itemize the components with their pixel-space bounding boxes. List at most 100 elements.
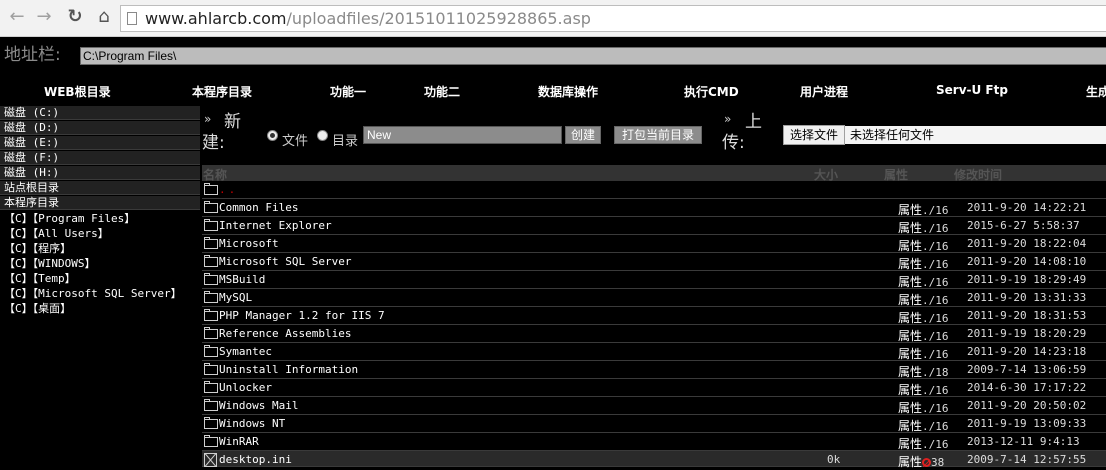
folder-icon [204,219,218,231]
shortcut-program-files[interactable]: 【C】【Program Files】 [0,212,200,226]
attr-link[interactable]: 属性./18 [898,363,949,380]
drive-f[interactable]: 磁盘 (F:) [0,151,200,165]
table-row[interactable]: Windows Mail 属性./16 2011-9-20 20:50:02 [202,397,1106,415]
menu-program-dir[interactable]: 本程序目录 [192,83,252,100]
mtime: 2009-7-14 13:06:59 [967,363,1087,376]
shortcut-sql-server[interactable]: 【C】【Microsoft SQL Server】 [0,287,200,301]
menu-exec-cmd[interactable]: 执行CMD [684,83,739,100]
menu-generate[interactable]: 生成 [1086,83,1106,100]
menu-servu-ftp[interactable]: Serv-U Ftp [936,83,1008,97]
file-name[interactable]: desktop.ini [219,453,292,467]
drive-e[interactable]: 磁盘 (E:) [0,136,200,150]
reload-icon[interactable]: ↻ [64,6,86,28]
drive-c[interactable]: 磁盘 (C:) [0,106,200,120]
file-name[interactable]: Windows NT [219,417,285,431]
file-name[interactable]: Unlocker [219,381,272,395]
url-text: www.ahlarcb.com/uploadfiles/201510110259… [145,6,591,31]
attr-value: ./16 [922,276,949,289]
address-input[interactable] [80,47,1106,65]
attr-link[interactable]: 属性./16 [898,219,949,236]
file-name[interactable]: Microsoft SQL Server [219,255,351,269]
attr-link[interactable]: 属性 38 [898,453,944,470]
no-file-chosen-text: 未选择任何文件 [845,126,1106,144]
attr-label: 属性 [898,383,923,397]
radio-dir[interactable] [317,130,328,141]
file-row[interactable]: desktop.ini 0k 属性 38 2009-7-14 12:57:55 [202,451,1106,470]
new-label-2: 建: [202,133,225,153]
attr-link[interactable]: 属性./16 [898,291,949,308]
attr-value: ./16 [922,348,949,361]
create-button[interactable]: 创建 [565,126,601,144]
attr-link[interactable]: 属性./16 [898,309,949,326]
table-row[interactable]: Symantec 属性./16 2011-9-20 14:23:18 [202,343,1106,361]
folder-icon [204,345,218,357]
file-name[interactable]: Microsoft [219,237,279,251]
home-icon[interactable]: ⌂ [93,6,115,28]
upload-label-1: 上 [745,112,762,132]
table-row[interactable]: PHP Manager 1.2 for IIS 7 属性./16 2011-9-… [202,307,1106,325]
table-row[interactable]: MSBuild 属性./16 2011-9-19 18:29:49 [202,271,1106,289]
table-row[interactable]: MySQL 属性./16 2011-9-20 13:31:33 [202,289,1106,307]
attr-link[interactable]: 属性./16 [898,255,949,272]
attr-label: 属性 [898,293,923,307]
double-arrow-icon: » [724,112,732,126]
file-name[interactable]: WinRAR [219,435,259,449]
attr-link[interactable]: 属性./16 [898,237,949,254]
table-row[interactable]: Reference Assemblies 属性./16 2011-9-19 18… [202,325,1106,343]
drive-h[interactable]: 磁盘 (H:) [0,166,200,180]
attr-value: ./16 [922,402,949,415]
file-name[interactable]: MSBuild [219,273,265,287]
menu-function-2[interactable]: 功能二 [424,83,460,100]
url-path: /uploadfiles/20151011025928865.asp [286,9,591,28]
program-dir-link[interactable]: 本程序目录 [0,196,200,210]
back-arrow-icon[interactable]: ← [6,6,28,28]
table-row[interactable]: Common Files 属性./16 2011-9-20 14:22:21 [202,199,1106,217]
attr-label: 属性 [898,419,923,433]
attr-link[interactable]: 属性./16 [898,399,949,416]
file-name[interactable]: Windows Mail [219,399,298,413]
table-row[interactable]: Windows NT 属性./16 2011-9-19 13:09:33 [202,415,1106,433]
shortcut-all-users[interactable]: 【C】【All Users】 [0,227,200,241]
file-name[interactable]: Uninstall Information [219,363,358,377]
menu-user-process[interactable]: 用户进程 [800,83,848,100]
attr-link[interactable]: 属性./16 [898,201,949,218]
attr-link[interactable]: 属性./16 [898,327,949,344]
menu-database[interactable]: 数据库操作 [538,83,598,100]
table-row[interactable]: Microsoft SQL Server 属性./16 2011-9-20 14… [202,253,1106,271]
site-root-link[interactable]: 站点根目录 [0,181,200,195]
menu-web-root[interactable]: WEB根目录 [44,83,111,100]
forward-arrow-icon[interactable]: → [33,6,55,28]
file-name[interactable]: Internet Explorer [219,219,332,233]
shortcut-temp[interactable]: 【C】【Temp】 [0,272,200,286]
file-name[interactable]: Reference Assemblies [219,327,351,341]
file-name[interactable]: MySQL [219,291,252,305]
table-row[interactable]: WinRAR 属性./16 2013-12-11 9:4:13 [202,433,1106,451]
prohibited-icon [922,458,932,467]
shortcut-desktop[interactable]: 【C】【桌面】 [0,302,200,316]
pack-dir-button[interactable]: 打包当前目录 [614,126,702,144]
table-row[interactable]: Uninstall Information 属性./18 2009-7-14 1… [202,361,1106,379]
attr-link[interactable]: 属性./16 [898,435,949,452]
menu-function-1[interactable]: 功能一 [330,83,366,100]
attr-link[interactable]: 属性./16 [898,381,949,398]
table-row[interactable]: Unlocker 属性./16 2014-6-30 17:17:22 [202,379,1106,397]
file-name[interactable]: PHP Manager 1.2 for IIS 7 [219,309,385,323]
attr-link[interactable]: 属性./16 [898,273,949,290]
radio-file-label: 文件 [282,134,309,149]
parent-dir-link[interactable]: .. [219,183,238,197]
mtime: 2011-9-20 20:50:02 [967,399,1087,412]
shortcut-programs[interactable]: 【C】【程序】 [0,242,200,256]
new-name-input[interactable] [363,126,562,144]
file-name[interactable]: Common Files [219,201,298,215]
attr-link[interactable]: 属性./16 [898,345,949,362]
attr-link[interactable]: 属性./16 [898,417,949,434]
url-bar[interactable]: www.ahlarcb.com/uploadfiles/201510110259… [120,5,1106,32]
choose-file-button[interactable]: 选择文件 [783,125,845,145]
shortcut-windows[interactable]: 【C】【WINDOWS】 [0,257,200,271]
radio-file[interactable] [267,130,278,141]
file-name[interactable]: Symantec [219,345,272,359]
table-row[interactable]: Microsoft 属性./16 2011-9-20 18:22:04 [202,235,1106,253]
table-row[interactable]: Internet Explorer 属性./16 2015-6-27 5:58:… [202,217,1106,235]
drive-d[interactable]: 磁盘 (D:) [0,121,200,135]
parent-dir-row[interactable]: .. [202,181,1106,199]
